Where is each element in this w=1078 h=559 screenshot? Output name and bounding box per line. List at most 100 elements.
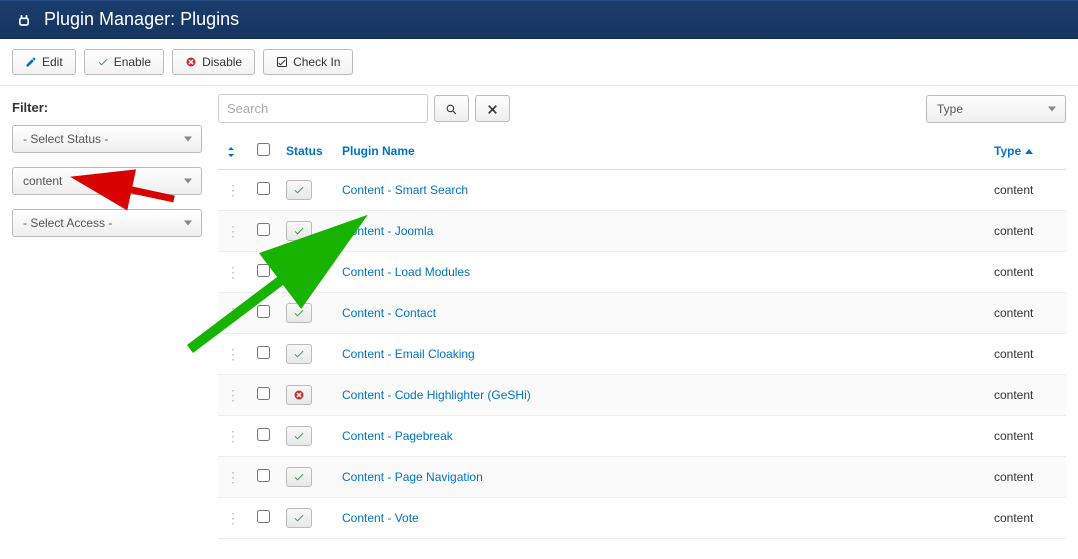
plugin-name-link[interactable]: Content - Vote: [342, 511, 419, 525]
access-filter-select[interactable]: - Select Access -: [12, 209, 202, 237]
plugin-name-link[interactable]: Content - Page Navigation: [342, 470, 483, 484]
enable-button[interactable]: Enable: [84, 49, 164, 75]
row-checkbox[interactable]: [257, 510, 270, 523]
checkbox-icon: [276, 56, 288, 68]
enable-label: Enable: [114, 55, 151, 69]
check-icon: [97, 56, 109, 68]
plugin-icon: [14, 10, 34, 30]
col-type[interactable]: Type: [986, 133, 1066, 170]
status-enabled-button[interactable]: [286, 180, 312, 200]
sort-arrows-icon: [226, 146, 236, 158]
type-filter-select[interactable]: content: [12, 167, 202, 195]
drag-handle-icon[interactable]: ⋮: [226, 346, 241, 362]
status-filter-wrap: - Select Status -: [12, 125, 202, 153]
col-type-label: Type: [994, 144, 1021, 158]
type-sort-select[interactable]: Type: [926, 95, 1066, 123]
col-checkbox: [249, 133, 278, 170]
plugin-name-link[interactable]: Content - Contact: [342, 306, 436, 320]
table-row: ⋮ Content - Contact content: [218, 293, 1066, 334]
plugin-type-cell: content: [986, 416, 1066, 457]
check-icon: [293, 430, 305, 442]
disable-button[interactable]: Disable: [172, 49, 255, 75]
edit-button[interactable]: Edit: [12, 49, 76, 75]
table-row: ⋮ Content - Code Highlighter (GeSHi) conte…: [218, 375, 1066, 416]
plugin-type-cell: content: [986, 252, 1066, 293]
drag-handle-icon[interactable]: ⋮: [226, 428, 241, 444]
select-all-checkbox[interactable]: [257, 143, 270, 156]
access-filter-wrap: - Select Access -: [12, 209, 202, 237]
table-row: ⋮ Content - Pagebreak content: [218, 416, 1066, 457]
drag-handle-icon[interactable]: ⋮: [226, 264, 241, 280]
type-filter-wrap: content: [12, 167, 202, 195]
drag-handle-icon[interactable]: ⋮: [226, 305, 241, 321]
check-icon: [293, 348, 305, 360]
search-button[interactable]: [434, 95, 469, 122]
status-enabled-button[interactable]: [286, 262, 312, 282]
status-enabled-button[interactable]: [286, 221, 312, 241]
drag-handle-icon[interactable]: ⋮: [226, 469, 241, 485]
drag-handle-icon[interactable]: ⋮: [226, 387, 241, 403]
status-enabled-button[interactable]: [286, 303, 312, 323]
close-icon: [486, 103, 499, 116]
row-checkbox[interactable]: [257, 428, 270, 441]
check-icon: [293, 266, 305, 278]
row-checkbox[interactable]: [257, 305, 270, 318]
row-checkbox[interactable]: [257, 182, 270, 195]
edit-label: Edit: [42, 55, 63, 69]
filter-heading: Filter:: [12, 100, 202, 115]
status-enabled-button[interactable]: [286, 344, 312, 364]
check-icon: [293, 471, 305, 483]
plugin-type-cell: content: [986, 457, 1066, 498]
plugin-type-cell: content: [986, 293, 1066, 334]
cancel-icon: [293, 389, 305, 401]
plugin-type-cell: content: [986, 498, 1066, 539]
row-checkbox[interactable]: [257, 264, 270, 277]
checkin-label: Check In: [293, 55, 340, 69]
plugin-type-cell: content: [986, 211, 1066, 252]
table-row: ⋮ Content - Vote content: [218, 498, 1066, 539]
toolbar: Edit Enable Disable Check In: [0, 39, 1078, 86]
col-plugin-name[interactable]: Plugin Name: [334, 133, 986, 170]
sort-asc-icon: [1025, 149, 1033, 154]
plugin-name-link[interactable]: Content - Code Highlighter (GeSHi): [342, 388, 531, 402]
plugin-type-cell: content: [986, 375, 1066, 416]
status-disabled-button[interactable]: [286, 385, 312, 405]
pencil-icon: [25, 56, 37, 68]
table-row: ⋮Content - Smart Searchcontent: [218, 170, 1066, 211]
status-enabled-button[interactable]: [286, 426, 312, 446]
top-controls: Type: [218, 94, 1066, 123]
row-checkbox[interactable]: [257, 223, 270, 236]
search-input[interactable]: [218, 94, 428, 123]
row-checkbox[interactable]: [257, 469, 270, 482]
status-enabled-button[interactable]: [286, 467, 312, 487]
plugin-name-link[interactable]: Content - Email Cloaking: [342, 347, 475, 361]
status-enabled-button[interactable]: [286, 508, 312, 528]
table-row: ⋮ Content - Page Navigation content: [218, 457, 1066, 498]
col-order[interactable]: [218, 133, 249, 170]
checkin-button[interactable]: Check In: [263, 49, 353, 75]
content-area: Type Status Plugin Name T: [218, 94, 1066, 539]
plugin-name-link[interactable]: Content - Smart Search: [342, 183, 468, 197]
plugins-table: Status Plugin Name Type ⋮ Content - Smart…: [218, 133, 1066, 539]
status-filter-select[interactable]: - Select Status -: [12, 125, 202, 153]
check-icon: [293, 225, 305, 237]
cancel-icon: [185, 56, 197, 68]
plugin-name-link[interactable]: Content - Load Modules: [342, 265, 470, 279]
table-row: ⋮ Content - Load Modules content: [218, 252, 1066, 293]
filter-sidebar: Filter: - Select Status - content - Sele…: [12, 94, 202, 539]
drag-handle-icon[interactable]: ⋮: [226, 510, 241, 526]
drag-handle-icon[interactable]: ⋮: [226, 223, 241, 239]
row-checkbox[interactable]: [257, 387, 270, 400]
row-checkbox[interactable]: [257, 346, 270, 359]
clear-search-button[interactable]: [475, 95, 510, 122]
search-icon: [445, 103, 458, 116]
plugin-name-link[interactable]: Content - Joomla: [342, 224, 433, 238]
plugin-name-link[interactable]: Content - Pagebreak: [342, 429, 453, 443]
check-icon: [293, 512, 305, 524]
plugin-type-cell: content: [986, 334, 1066, 375]
type-sort-wrap: Type: [926, 95, 1066, 123]
drag-handle-icon[interactable]: ⋮: [226, 182, 241, 198]
page-title: Plugin Manager: Plugins: [44, 9, 239, 30]
col-status[interactable]: Status: [278, 133, 334, 170]
disable-label: Disable: [202, 55, 242, 69]
